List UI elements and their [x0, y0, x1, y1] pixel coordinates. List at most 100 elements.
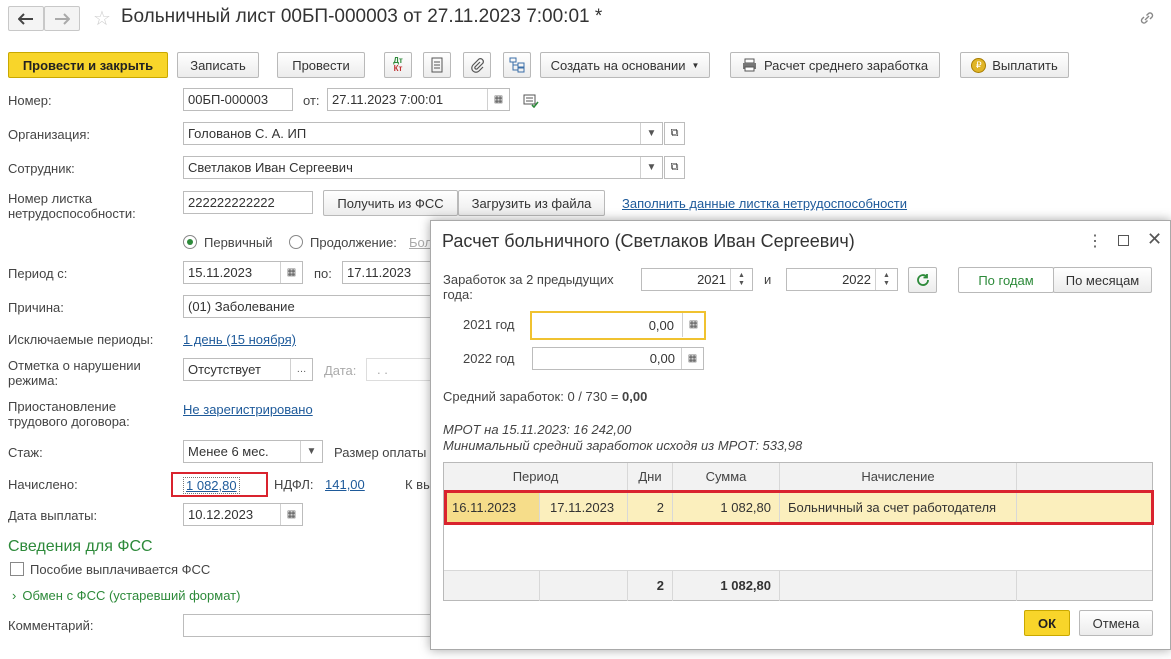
- dropdown-arrow-icon[interactable]: ▼: [640, 157, 662, 178]
- year2-earnings-label: 2022 год: [463, 351, 515, 366]
- dropdown-arrow-icon: ▼: [691, 60, 700, 70]
- excluded-periods-link[interactable]: 1 день (15 ноября): [183, 332, 296, 347]
- organization-field[interactable]: Голованов С. А. ИП ▼: [183, 122, 663, 145]
- calendar-icon[interactable]: ▦: [280, 262, 302, 283]
- fss-benefit-checkbox[interactable]: [10, 562, 24, 576]
- header-days: Дни: [628, 463, 673, 491]
- accrued-link[interactable]: 1 082,80: [183, 477, 240, 494]
- year1-spinner[interactable]: 2021 ▲ ▼: [641, 268, 753, 291]
- window-title: Больничный лист 00БП-000003 от 27.11.202…: [121, 6, 603, 27]
- refresh-icon: [916, 274, 929, 286]
- cancel-button[interactable]: Отмена: [1079, 610, 1153, 636]
- period-to-label: по:: [314, 266, 332, 281]
- post-history-icon[interactable]: [523, 94, 539, 111]
- dt-kt-icon: Дт Кт: [393, 56, 403, 73]
- avg-earnings-button[interactable]: Расчет среднего заработка: [730, 52, 940, 78]
- by-years-toggle[interactable]: По годам: [958, 267, 1054, 293]
- report-button[interactable]: [423, 52, 451, 78]
- organization-label: Организация:: [8, 127, 91, 142]
- violation-label: Отметка о нарушении режима:: [8, 358, 141, 388]
- get-from-fss-button[interactable]: Получить из ФСС: [323, 190, 458, 216]
- more-actions-icon[interactable]: ⋮: [1087, 231, 1103, 251]
- reason-field[interactable]: (01) Заболевание: [183, 295, 433, 318]
- and-label: и: [764, 272, 772, 287]
- structure-button[interactable]: [503, 52, 531, 78]
- forward-button[interactable]: [44, 6, 80, 31]
- select-button[interactable]: …: [290, 359, 312, 380]
- pay-button[interactable]: ₽ Выплатить: [960, 52, 1069, 78]
- dialog-title: Расчет больничного (Светлаков Иван Серге…: [442, 231, 855, 251]
- calendar-icon[interactable]: ▦: [280, 504, 302, 525]
- link-icon[interactable]: [1138, 9, 1156, 30]
- number-field[interactable]: 00БП-000003: [183, 88, 293, 111]
- comment-field[interactable]: [183, 614, 433, 637]
- violation-field[interactable]: Отсутствует …: [183, 358, 313, 381]
- footer-sum: 1 082,80: [673, 571, 780, 601]
- save-button[interactable]: Записать: [177, 52, 259, 78]
- row-highlight: [444, 490, 1154, 525]
- reason-label: Причина:: [8, 300, 64, 315]
- attach-button[interactable]: [463, 52, 491, 78]
- calculator-icon[interactable]: ▦: [681, 348, 703, 369]
- accrual-table: Период Дни Сумма Начисление 16.11.2023 1…: [443, 462, 1154, 601]
- arrow-right-icon: [55, 12, 70, 25]
- number-label: Номер:: [8, 93, 52, 108]
- comment-label: Комментарий:: [8, 618, 94, 633]
- violation-date-field[interactable]: . .: [366, 358, 432, 381]
- sheet-number-label: Номер листка нетрудоспособности:: [8, 191, 136, 221]
- year2-earnings-field[interactable]: 0,00 ▦: [532, 347, 704, 370]
- favorite-star-icon[interactable]: ☆: [93, 6, 111, 31]
- back-button[interactable]: [8, 6, 44, 31]
- experience-field[interactable]: Менее 6 мес. ▼: [183, 440, 323, 463]
- min-avg-text: Минимальный средний заработок исходя из …: [443, 438, 803, 453]
- pay-size-label: Размер оплаты: [334, 445, 427, 460]
- spin-arrows-icon[interactable]: ▲ ▼: [730, 269, 752, 290]
- ndfl-link[interactable]: 141,00: [325, 477, 365, 492]
- fss-exchange-expander[interactable]: › Обмен с ФСС (устаревший формат): [12, 588, 240, 603]
- maximize-icon[interactable]: [1118, 235, 1129, 246]
- pay-date-label: Дата выплаты:: [8, 508, 98, 523]
- employee-open-button[interactable]: ⧉: [664, 156, 685, 179]
- suspension-link[interactable]: Не зарегистрировано: [183, 402, 313, 417]
- header-period: Период: [444, 463, 628, 491]
- dropdown-arrow-icon[interactable]: ▼: [300, 441, 322, 462]
- year1-earnings-field[interactable]: 0,00 ▦: [530, 311, 706, 340]
- employee-field[interactable]: Светлаков Иван Сергеевич ▼: [183, 156, 663, 179]
- continuation-radio-label: Продолжение:: [310, 235, 397, 250]
- spin-arrows-icon[interactable]: ▲ ▼: [875, 269, 897, 290]
- primary-radio[interactable]: [183, 235, 197, 249]
- year1-earnings-label: 2021 год: [463, 317, 515, 332]
- calendar-icon[interactable]: ▦: [487, 89, 509, 110]
- pay-date-field[interactable]: 10.12.2023 ▦: [183, 503, 303, 526]
- close-icon[interactable]: ✕: [1147, 229, 1162, 250]
- continuation-field[interactable]: Бол: [409, 235, 432, 250]
- header-sum: Сумма: [673, 463, 780, 491]
- hierarchy-icon: [509, 57, 525, 73]
- primary-radio-label: Первичный: [204, 235, 273, 250]
- document-list-icon: [431, 57, 443, 73]
- to-pay-label: К вы: [405, 477, 433, 492]
- dropdown-arrow-icon[interactable]: ▼: [640, 123, 662, 144]
- calculator-icon[interactable]: ▦: [682, 313, 704, 337]
- fill-sheet-data-link[interactable]: Заполнить данные листка нетрудоспособнос…: [622, 196, 907, 211]
- footer-days: 2: [628, 571, 673, 601]
- table-header: Период Дни Сумма Начисление: [444, 463, 1152, 493]
- employee-label: Сотрудник:: [8, 161, 75, 176]
- post-button[interactable]: Провести: [277, 52, 365, 78]
- load-from-file-button[interactable]: Загрузить из файла: [458, 190, 605, 216]
- document-date-field[interactable]: 27.11.2023 7:00:01 ▦: [327, 88, 510, 111]
- period-to-field[interactable]: 17.11.2023: [342, 261, 432, 284]
- period-from-field[interactable]: 15.11.2023 ▦: [183, 261, 303, 284]
- ok-button[interactable]: ОК: [1024, 610, 1070, 636]
- continuation-radio[interactable]: [289, 235, 303, 249]
- post-and-close-button[interactable]: Провести и закрыть: [8, 52, 168, 78]
- create-based-on-button[interactable]: Создать на основании ▼: [540, 52, 710, 78]
- sheet-number-field[interactable]: 222222222222: [183, 191, 313, 214]
- by-months-toggle[interactable]: По месяцам: [1053, 267, 1152, 293]
- refresh-button[interactable]: [908, 267, 937, 293]
- organization-open-button[interactable]: ⧉: [664, 122, 685, 145]
- header-accrual: Начисление: [780, 463, 1017, 491]
- excluded-periods-label: Исключаемые периоды:: [8, 332, 154, 347]
- dt-kt-button[interactable]: Дт Кт: [384, 52, 412, 78]
- year2-spinner[interactable]: 2022 ▲ ▼: [786, 268, 898, 291]
